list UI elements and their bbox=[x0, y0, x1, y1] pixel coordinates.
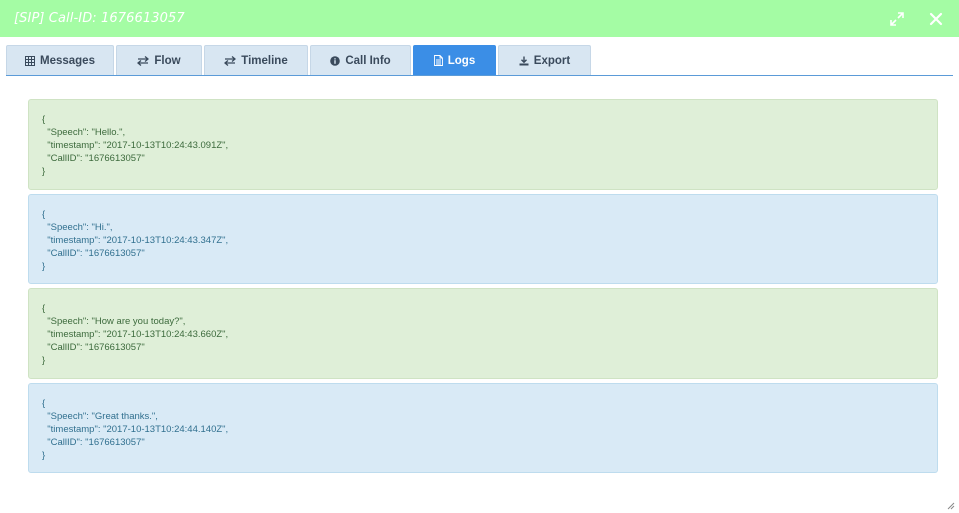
log-line: "Speech": "Hi.", bbox=[42, 222, 113, 233]
log-entry: { "Speech": "Hello.", "timestamp": "2017… bbox=[28, 99, 938, 190]
tab-underline bbox=[6, 75, 953, 76]
document-icon bbox=[433, 55, 443, 66]
log-line: "timestamp": "2017-10-13T10:24:43.347Z", bbox=[42, 235, 229, 246]
tab-label: Flow bbox=[154, 54, 181, 67]
log-line: { bbox=[42, 303, 46, 314]
log-line: "timestamp": "2017-10-13T10:24:43.660Z", bbox=[42, 329, 229, 340]
tab-flow[interactable]: Flow bbox=[116, 45, 202, 75]
tab-label: Call Info bbox=[345, 54, 391, 67]
log-line: "CallID": "1676613057" bbox=[42, 248, 145, 259]
info-circle-icon bbox=[330, 55, 341, 66]
tab-bar: Messages Flow Timeline Call Info Logs Ex… bbox=[6, 45, 593, 75]
log-line: "CallID": "1676613057" bbox=[42, 153, 145, 164]
tab-label: Logs bbox=[447, 54, 476, 67]
download-icon bbox=[519, 56, 529, 66]
grid-icon bbox=[25, 55, 35, 66]
log-entry: { "Speech": "Great thanks.", "timestamp"… bbox=[28, 383, 938, 473]
resize-handle-icon[interactable] bbox=[945, 500, 955, 510]
expand-arrows-icon[interactable] bbox=[886, 8, 908, 30]
log-line: "CallID": "1676613057" bbox=[42, 342, 145, 353]
modal-title: [SIP] Call-ID: 1676613057 bbox=[14, 11, 185, 26]
tab-timeline[interactable]: Timeline bbox=[204, 45, 308, 75]
log-line: "Speech": "Hello.", bbox=[42, 127, 126, 138]
tab-label: Timeline bbox=[241, 54, 288, 67]
close-icon[interactable] bbox=[925, 8, 947, 30]
log-entry: { "Speech": "Hi.", "timestamp": "2017-10… bbox=[28, 194, 938, 284]
log-line: } bbox=[42, 261, 46, 272]
log-line: } bbox=[42, 166, 46, 177]
log-line: "Speech": "Great thanks.", bbox=[42, 411, 158, 422]
tab-export[interactable]: Export bbox=[498, 45, 591, 75]
tab-messages[interactable]: Messages bbox=[6, 45, 114, 75]
log-line: "timestamp": "2017-10-13T10:24:44.140Z", bbox=[42, 424, 229, 435]
log-entry: { "Speech": "How are you today?", "times… bbox=[28, 288, 938, 379]
log-line: "Speech": "How are you today?", bbox=[42, 316, 186, 327]
log-line: } bbox=[42, 450, 46, 461]
log-line: "timestamp": "2017-10-13T10:24:43.091Z", bbox=[42, 140, 229, 151]
log-line: "CallID": "1676613057" bbox=[42, 437, 145, 448]
tab-call-info[interactable]: Call Info bbox=[310, 45, 411, 75]
log-line: { bbox=[42, 209, 46, 220]
swap-arrows-icon bbox=[137, 55, 150, 66]
log-line: { bbox=[42, 398, 46, 409]
tab-logs[interactable]: Logs bbox=[413, 45, 496, 75]
tab-label: Export bbox=[533, 54, 571, 67]
modal-titlebar[interactable]: [SIP] Call-ID: 1676613057 bbox=[0, 0, 959, 37]
log-line: { bbox=[42, 114, 46, 125]
log-line: } bbox=[42, 355, 46, 366]
tab-label: Messages bbox=[40, 54, 95, 67]
swap-arrows-icon bbox=[224, 55, 237, 66]
